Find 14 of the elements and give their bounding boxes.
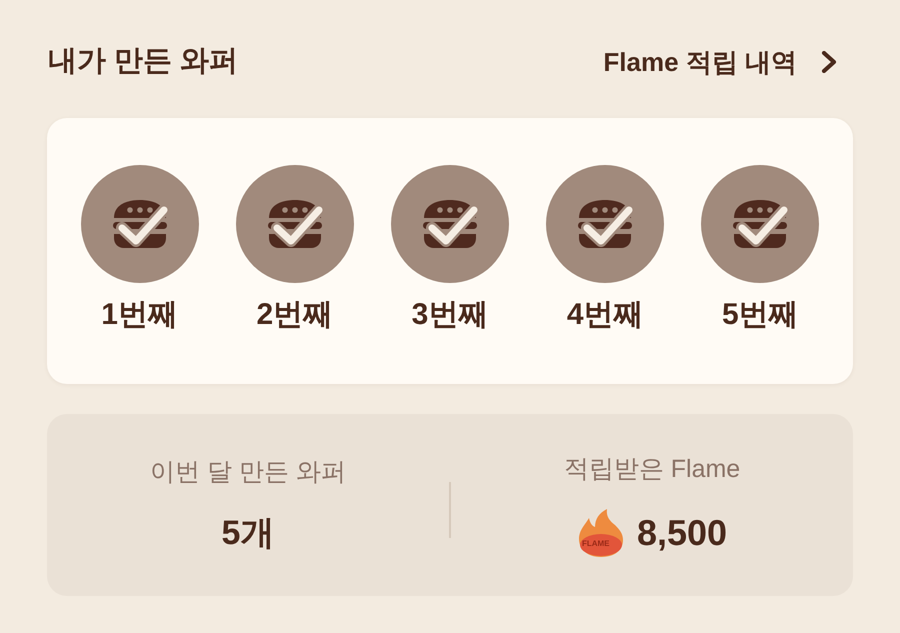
flame-logo-text: FLAME bbox=[582, 539, 610, 549]
waffer-label: 1번째 bbox=[101, 297, 178, 333]
stat-label: 적립받은 Flame bbox=[564, 454, 740, 485]
stat-value: 8,500 bbox=[636, 511, 728, 555]
waffer-label: 4번째 bbox=[566, 297, 644, 333]
waffer-label: 2번째 bbox=[256, 297, 334, 333]
flame-history-link[interactable]: Flame 적립 내역 bbox=[603, 42, 853, 82]
waffer-label: 3번째 bbox=[412, 297, 488, 333]
flame-icon bbox=[576, 508, 625, 558]
waffer-label: 5번째 bbox=[722, 297, 799, 333]
stat-label: 이번 달 만든 와퍼 bbox=[150, 457, 346, 488]
section-title: 내가 만든 와퍼 bbox=[47, 44, 238, 80]
stat-value: 5개 bbox=[222, 513, 274, 554]
chevron-right-icon bbox=[821, 51, 837, 73]
